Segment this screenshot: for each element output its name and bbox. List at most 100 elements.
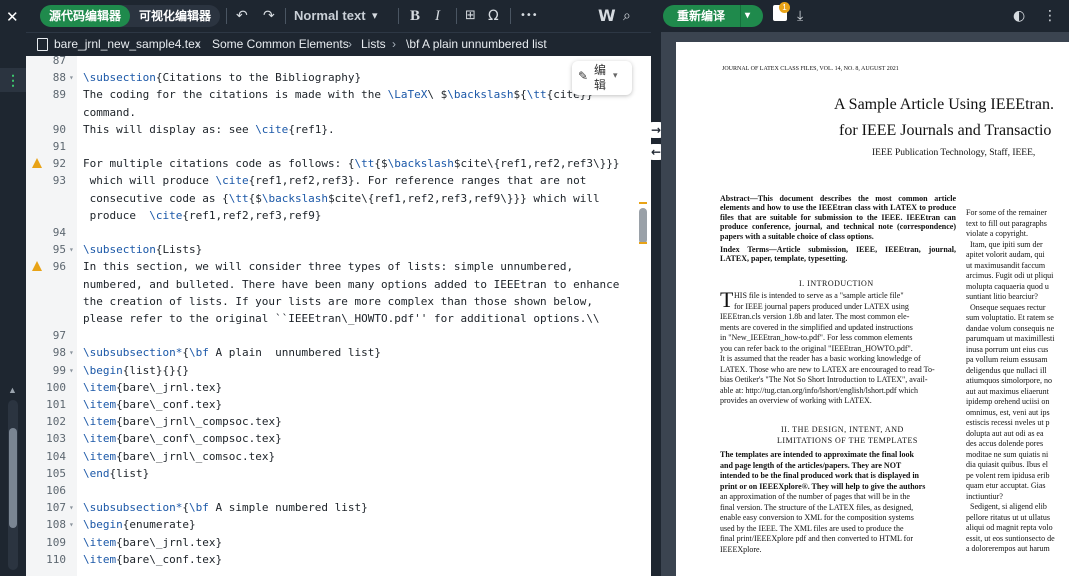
fold-chevron-icon[interactable]: ▾ bbox=[69, 69, 74, 86]
code-text: consecutive code as {\tt{$\backslash$cit… bbox=[83, 191, 600, 205]
chevron-down-icon[interactable]: ▾ bbox=[745, 5, 750, 27]
pdf-text-line: Onseque sequaes rectur bbox=[966, 302, 1046, 312]
code-line[interactable]: command. bbox=[26, 104, 651, 121]
pdf-text-line: in "New_IEEEtran_how-to.pdf". For less c… bbox=[720, 333, 913, 342]
warning-icon[interactable] bbox=[32, 261, 42, 272]
word-count-icon[interactable]: W bbox=[598, 0, 616, 32]
line-number: 91 bbox=[52, 140, 66, 153]
rail-scroll-thumb[interactable] bbox=[9, 428, 17, 528]
code-line[interactable]: numbered, and bulleted. There have been … bbox=[26, 276, 651, 293]
toolbar-divider bbox=[226, 8, 227, 24]
pdf-text-line: ments are covered in the simplified and … bbox=[720, 322, 913, 332]
rail-scrollbar[interactable] bbox=[8, 400, 18, 570]
italic-button[interactable]: I bbox=[435, 0, 440, 32]
scroll-up-icon[interactable]: ▲ bbox=[8, 385, 17, 395]
close-icon[interactable]: ✕ bbox=[6, 8, 19, 26]
code-line[interactable]: consecutive code as {\tt{$\backslash$cit… bbox=[26, 190, 651, 207]
pdf-text-line: ut maximusandit faccum bbox=[966, 260, 1046, 270]
fold-chevron-icon[interactable]: ▾ bbox=[69, 362, 74, 379]
math-icon[interactable]: ⊞ bbox=[465, 0, 476, 32]
code-line[interactable]: 98 ▾ \subsubsection*{\bf A plain unnumbere… bbox=[26, 344, 651, 361]
pdf-text-line: used by the IEEE. The XML files are used… bbox=[720, 523, 904, 533]
breadcrumb-item[interactable]: Lists bbox=[361, 33, 386, 55]
pdf-text-line: sum voluptatio. Et ratem se bbox=[966, 313, 1054, 322]
code-line[interactable]: 96 In this section, we will consider thre… bbox=[26, 258, 651, 275]
code-line[interactable]: 97 bbox=[26, 327, 651, 344]
pdf-text-line: omnimus, est, veni aut ips bbox=[966, 407, 1050, 417]
code-text: \item{bare\_conf.tex} bbox=[83, 552, 223, 566]
code-text: \subsubsection*{\bf A simple numbered li… bbox=[83, 501, 368, 515]
code-line[interactable]: 100 \item{bare\_jrnl.tex} bbox=[26, 379, 651, 396]
more-button[interactable]: ••• bbox=[520, 0, 538, 32]
pdf-text-line: For some of the remainer bbox=[966, 208, 1047, 217]
pdf-text-line: parumquam ut maximillesti bbox=[966, 334, 1055, 343]
breadcrumb-item[interactable]: \bf A plain unnumbered list bbox=[406, 33, 547, 55]
contrast-icon[interactable]: ◐ bbox=[1013, 0, 1025, 32]
code-line[interactable]: 106 bbox=[26, 482, 651, 499]
pdf-text-line: dandae volum consequis ne bbox=[966, 323, 1055, 333]
pdf-text-line: essit, ut eos suntionsecto de bbox=[966, 533, 1055, 543]
download-icon[interactable]: ⤓ bbox=[797, 0, 803, 32]
chevron-right-icon: › bbox=[348, 37, 352, 51]
pdf-text-line: Itam, que ipiti sum der bbox=[966, 239, 1043, 249]
mode-visual-button[interactable]: 可视化编辑器 bbox=[130, 5, 220, 27]
line-number: 108 bbox=[46, 518, 66, 532]
pdf-text-line: pe volent rem ipidusa erib bbox=[966, 470, 1050, 480]
code-line[interactable]: 87 bbox=[26, 56, 651, 69]
code-line[interactable]: 99 ▾ \begin{list}{}{} bbox=[26, 362, 651, 379]
code-line[interactable]: produce \cite{ref1,ref2,ref3,ref9} bbox=[26, 207, 651, 224]
code-line[interactable]: 94 bbox=[26, 224, 651, 241]
warning-icon[interactable] bbox=[32, 158, 42, 169]
code-line[interactable]: 105 \end{list} bbox=[26, 465, 651, 482]
fold-chevron-icon[interactable]: ▾ bbox=[69, 499, 74, 516]
code-line[interactable]: please refer to the original ``IEEEtran\… bbox=[26, 310, 651, 327]
more-vertical-icon[interactable]: ⋮ bbox=[0, 68, 26, 92]
pdf-text-line: an approximation of the number of pages … bbox=[720, 492, 910, 501]
breadcrumb-item[interactable]: Some Common Elements bbox=[212, 33, 349, 55]
editor-mode-toggle[interactable]: 源代码编辑器 可视化编辑器 bbox=[40, 5, 221, 27]
code-line[interactable]: 88 ▾ \subsection{Citations to the Bibliogr… bbox=[26, 69, 651, 86]
code-line[interactable]: 102 \item{bare\_jrnl\_compsoc.tex} bbox=[26, 413, 651, 430]
code-line[interactable]: 107 ▾ \subsubsection*{\bf A simple numbere… bbox=[26, 499, 651, 516]
text-style-select[interactable]: Normal text bbox=[294, 0, 366, 32]
line-number: 100 bbox=[46, 380, 66, 394]
code-line[interactable]: the creation of lists. If your lists are… bbox=[26, 293, 651, 310]
recompile-button[interactable]: 重新编译 ▾ bbox=[663, 5, 763, 27]
breadcrumb-file[interactable]: bare_jrnl_new_sample4.tex bbox=[54, 33, 201, 55]
logs-count: 1 bbox=[779, 2, 790, 13]
pane-divider[interactable] bbox=[651, 0, 661, 576]
bold-button[interactable]: B bbox=[410, 0, 420, 32]
undo-icon[interactable]: ↶ bbox=[236, 0, 248, 32]
pdf-authors: IEEE Publication Technology, Staff, IEEE… bbox=[872, 148, 1036, 158]
code-line[interactable]: 108 ▾ \begin{enumerate} bbox=[26, 516, 651, 533]
logs-icon[interactable]: 1 bbox=[773, 2, 790, 21]
search-icon[interactable]: ⌕ bbox=[623, 0, 631, 32]
fold-chevron-icon[interactable]: ▾ bbox=[69, 344, 74, 361]
pdf-text-line: It is assumed that the reader has a basi… bbox=[720, 354, 921, 363]
file-icon bbox=[37, 38, 48, 51]
pdf-text-line: for IEEE journal papers produced under L… bbox=[734, 301, 909, 311]
more-vertical-icon[interactable]: ⋮ bbox=[1043, 0, 1057, 32]
pdf-text-line: apitet volorit audam, qui bbox=[966, 250, 1045, 259]
code-line[interactable]: 109 \item{bare\_jrnl.tex} bbox=[26, 534, 651, 551]
chevron-down-icon[interactable]: ▾ bbox=[372, 0, 378, 32]
redo-icon[interactable]: ↷ bbox=[263, 0, 275, 32]
pdf-text-line: quam etur accuptat. Gias bbox=[966, 481, 1048, 490]
code-line[interactable]: 93 which will produce \cite{ref1,ref2,re… bbox=[26, 172, 651, 189]
edit-mode-button[interactable]: ✎ 编辑 ▾ bbox=[572, 61, 632, 95]
mode-source-button[interactable]: 源代码编辑器 bbox=[40, 5, 131, 27]
code-line[interactable]: 103 \item{bare\_conf\_compsoc.tex} bbox=[26, 430, 651, 447]
code-line[interactable]: 91 bbox=[26, 138, 651, 155]
symbol-button[interactable]: Ω bbox=[488, 0, 499, 32]
fold-chevron-icon[interactable]: ▾ bbox=[69, 516, 74, 533]
code-line[interactable]: 101 \item{bare\_conf.tex} bbox=[26, 396, 651, 413]
code-line[interactable]: 90 This will display as: see \cite{ref1}. bbox=[26, 121, 651, 138]
editor-scroll-thumb[interactable] bbox=[639, 208, 647, 244]
fold-chevron-icon[interactable]: ▾ bbox=[69, 241, 74, 258]
code-editor[interactable]: 87 88 ▾ \subsection{Citations to the Biblio… bbox=[26, 56, 651, 576]
code-line[interactable]: 110 \item{bare\_conf.tex} bbox=[26, 551, 651, 568]
code-line[interactable]: 95 ▾ \subsection{Lists} bbox=[26, 241, 651, 258]
code-line[interactable]: 89 The coding for the citations is made w… bbox=[26, 86, 651, 103]
code-line[interactable]: 104 \item{bare\_jrnl\_comsoc.tex} bbox=[26, 448, 651, 465]
code-line[interactable]: 92 For multiple citations code as follows… bbox=[26, 155, 651, 172]
